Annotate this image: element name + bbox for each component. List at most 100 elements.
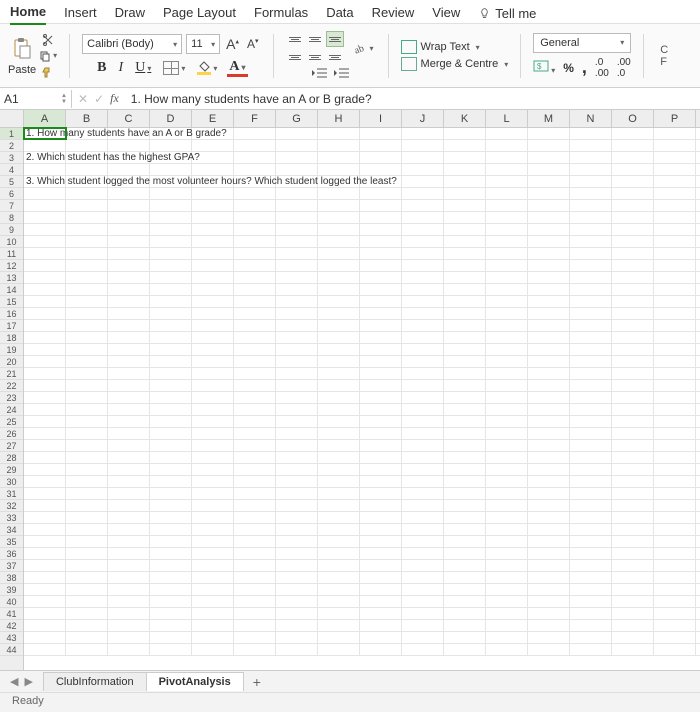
increase-indent-button[interactable] bbox=[333, 66, 351, 80]
row-header-22[interactable]: 22 bbox=[0, 380, 23, 392]
cell-N6[interactable] bbox=[570, 188, 612, 199]
cell-G24[interactable] bbox=[276, 404, 318, 415]
cell-E17[interactable] bbox=[192, 320, 234, 331]
cell-I18[interactable] bbox=[360, 332, 402, 343]
cell-J7[interactable] bbox=[402, 200, 444, 211]
cell-M12[interactable] bbox=[528, 260, 570, 271]
cell-K1[interactable] bbox=[444, 128, 486, 139]
cell-L20[interactable] bbox=[486, 356, 528, 367]
cell-E12[interactable] bbox=[192, 260, 234, 271]
cell-O3[interactable] bbox=[612, 152, 654, 163]
cell-E11[interactable] bbox=[192, 248, 234, 259]
cell-J42[interactable] bbox=[402, 620, 444, 631]
cell-J35[interactable] bbox=[402, 536, 444, 547]
cell-G15[interactable] bbox=[276, 296, 318, 307]
cell-B32[interactable] bbox=[66, 500, 108, 511]
row-header-29[interactable]: 29 bbox=[0, 464, 23, 476]
cell-J9[interactable] bbox=[402, 224, 444, 235]
cell-D14[interactable] bbox=[150, 284, 192, 295]
cell-O22[interactable] bbox=[612, 380, 654, 391]
cell-G28[interactable] bbox=[276, 452, 318, 463]
cell-N19[interactable] bbox=[570, 344, 612, 355]
cell-G41[interactable] bbox=[276, 608, 318, 619]
cell-O44[interactable] bbox=[612, 644, 654, 655]
cell-M36[interactable] bbox=[528, 548, 570, 559]
cell-E18[interactable] bbox=[192, 332, 234, 343]
cell-H43[interactable] bbox=[318, 632, 360, 643]
cell-N36[interactable] bbox=[570, 548, 612, 559]
cell-F36[interactable] bbox=[234, 548, 276, 559]
cell-E7[interactable] bbox=[192, 200, 234, 211]
column-header-J[interactable]: J bbox=[402, 110, 444, 127]
cell-B2[interactable] bbox=[66, 140, 108, 151]
menu-tab-review[interactable]: Review bbox=[372, 3, 415, 24]
cell-A22[interactable] bbox=[24, 380, 66, 391]
cell-A19[interactable] bbox=[24, 344, 66, 355]
cell-I38[interactable] bbox=[360, 572, 402, 583]
row-header-20[interactable]: 20 bbox=[0, 356, 23, 368]
cell-K10[interactable] bbox=[444, 236, 486, 247]
cell-G21[interactable] bbox=[276, 368, 318, 379]
cell-F42[interactable] bbox=[234, 620, 276, 631]
cell-H3[interactable] bbox=[318, 152, 360, 163]
cell-E25[interactable] bbox=[192, 416, 234, 427]
cell-I32[interactable] bbox=[360, 500, 402, 511]
cell-P29[interactable] bbox=[654, 464, 696, 475]
cell-E35[interactable] bbox=[192, 536, 234, 547]
cell-H13[interactable] bbox=[318, 272, 360, 283]
cell-L42[interactable] bbox=[486, 620, 528, 631]
cell-K30[interactable] bbox=[444, 476, 486, 487]
prev-sheet-button[interactable]: ◀ bbox=[10, 675, 18, 688]
cell-P17[interactable] bbox=[654, 320, 696, 331]
cell-P11[interactable] bbox=[654, 248, 696, 259]
cell-F22[interactable] bbox=[234, 380, 276, 391]
cell-J11[interactable] bbox=[402, 248, 444, 259]
cell-F3[interactable] bbox=[234, 152, 276, 163]
cell-K36[interactable] bbox=[444, 548, 486, 559]
cell-O17[interactable] bbox=[612, 320, 654, 331]
cell-G9[interactable] bbox=[276, 224, 318, 235]
cell-F41[interactable] bbox=[234, 608, 276, 619]
cell-M17[interactable] bbox=[528, 320, 570, 331]
cell-I19[interactable] bbox=[360, 344, 402, 355]
cell-C40[interactable] bbox=[108, 596, 150, 607]
cell-E34[interactable] bbox=[192, 524, 234, 535]
cell-K40[interactable] bbox=[444, 596, 486, 607]
cell-O6[interactable] bbox=[612, 188, 654, 199]
cell-K4[interactable] bbox=[444, 164, 486, 175]
cell-G36[interactable] bbox=[276, 548, 318, 559]
row-header-30[interactable]: 30 bbox=[0, 476, 23, 488]
cell-I12[interactable] bbox=[360, 260, 402, 271]
cell-F10[interactable] bbox=[234, 236, 276, 247]
merge-centre-button[interactable]: Merge & Centre▾ bbox=[401, 57, 509, 71]
cell-I2[interactable] bbox=[360, 140, 402, 151]
cell-I30[interactable] bbox=[360, 476, 402, 487]
borders-button[interactable]: ▾ bbox=[161, 61, 187, 75]
cell-P38[interactable] bbox=[654, 572, 696, 583]
cell-P22[interactable] bbox=[654, 380, 696, 391]
row-header-12[interactable]: 12 bbox=[0, 260, 23, 272]
row-header-31[interactable]: 31 bbox=[0, 488, 23, 500]
cell-B27[interactable] bbox=[66, 440, 108, 451]
cell-K29[interactable] bbox=[444, 464, 486, 475]
column-header-O[interactable]: O bbox=[612, 110, 654, 127]
cell-O40[interactable] bbox=[612, 596, 654, 607]
cell-D39[interactable] bbox=[150, 584, 192, 595]
row-header-13[interactable]: 13 bbox=[0, 272, 23, 284]
cell-M3[interactable] bbox=[528, 152, 570, 163]
cell-E39[interactable] bbox=[192, 584, 234, 595]
cell-O8[interactable] bbox=[612, 212, 654, 223]
cell-C16[interactable] bbox=[108, 308, 150, 319]
cell-C8[interactable] bbox=[108, 212, 150, 223]
cell-L9[interactable] bbox=[486, 224, 528, 235]
cell-O18[interactable] bbox=[612, 332, 654, 343]
cell-K20[interactable] bbox=[444, 356, 486, 367]
cell-J41[interactable] bbox=[402, 608, 444, 619]
cell-C24[interactable] bbox=[108, 404, 150, 415]
cell-F37[interactable] bbox=[234, 560, 276, 571]
cell-D32[interactable] bbox=[150, 500, 192, 511]
cell-E36[interactable] bbox=[192, 548, 234, 559]
align-top-center[interactable] bbox=[306, 31, 324, 47]
cell-J12[interactable] bbox=[402, 260, 444, 271]
cell-B13[interactable] bbox=[66, 272, 108, 283]
